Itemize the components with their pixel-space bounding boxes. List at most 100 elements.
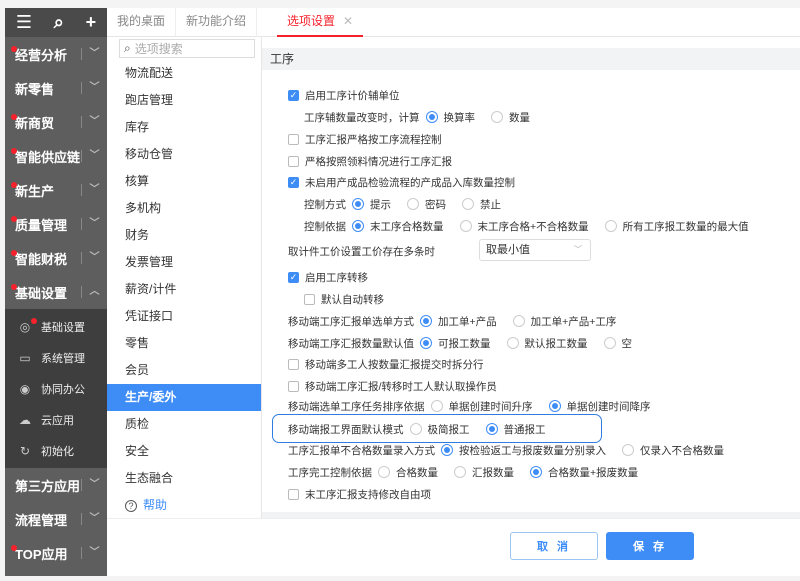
radio-button[interactable] (462, 198, 474, 210)
plus-icon[interactable]: + (86, 12, 97, 33)
radio-button[interactable] (603, 337, 616, 349)
options-nav-item[interactable]: 凭证接口 (107, 303, 261, 330)
chevron-down-icon[interactable]: ﹀ (81, 513, 107, 525)
radio-button[interactable] (491, 111, 503, 123)
value-select[interactable]: 取最小值 ﹀ (479, 239, 591, 261)
radio-button[interactable] (409, 423, 422, 435)
radio-button[interactable] (430, 400, 443, 412)
radio-option[interactable]: 空 (598, 336, 632, 351)
radio-button[interactable] (512, 315, 525, 327)
radio-option[interactable]: 按检验返工与报废数量分别录入 (435, 443, 606, 458)
radio-option[interactable]: 禁止 (456, 197, 501, 212)
radio-button[interactable] (425, 111, 438, 123)
radio-option[interactable]: 提示 (346, 197, 391, 212)
radio-option[interactable]: 极简报工 (404, 422, 470, 437)
radio-option[interactable]: 汇报数量 (448, 465, 514, 480)
radio-button[interactable] (548, 400, 561, 412)
sidebar-item[interactable]: 流程管理 ﹀ (5, 502, 107, 536)
chevron-down-icon[interactable]: ﹀ (81, 150, 107, 162)
radio-button[interactable] (352, 220, 364, 232)
checkbox[interactable]: ✓ (288, 89, 299, 101)
radio-option[interactable]: 加工单+产品+工序 (507, 314, 616, 329)
tab[interactable]: 选项设置 ✕ (277, 8, 364, 37)
options-nav-item[interactable]: 发票管理 (107, 249, 261, 276)
options-nav-item[interactable]: 安全 (107, 438, 261, 465)
chevron-down-icon[interactable]: ﹀ (81, 252, 107, 264)
checkbox[interactable] (304, 293, 315, 305)
close-icon[interactable]: ✕ (343, 14, 353, 28)
options-nav-item[interactable]: 财务 (107, 222, 261, 249)
radio-button[interactable] (441, 444, 453, 456)
options-nav-item[interactable]: 薪资/计件 (107, 276, 261, 303)
radio-option[interactable]: 加工单+产品 (414, 314, 497, 329)
sidebar-item[interactable]: 新商贸 ﹀ (5, 105, 107, 139)
checkbox[interactable] (288, 155, 299, 167)
options-nav-item[interactable]: 生产/委外 (107, 384, 261, 411)
radio-button[interactable] (506, 337, 519, 349)
radio-option[interactable]: 末工序合格+不合格数量 (454, 219, 589, 234)
options-nav-item[interactable]: 质检 (107, 411, 261, 438)
radio-button[interactable] (420, 315, 432, 327)
radio-option[interactable]: 仅录入不合格数量 (616, 443, 724, 458)
search-icon[interactable]: ⌕ (54, 12, 64, 33)
radio-option[interactable]: 默认报工数量 (501, 336, 588, 351)
radio-option[interactable]: 数量 (485, 110, 530, 125)
radio-button[interactable] (530, 466, 542, 478)
submenu-item[interactable]: ☁ 云应用 (5, 404, 107, 435)
chevron-down-icon[interactable]: ﹀ (81, 184, 107, 196)
sidebar-item[interactable]: 智能供应链 ﹀ (5, 139, 107, 173)
radio-option[interactable]: 所有工序报工数量的最大值 (599, 219, 749, 234)
menu-icon[interactable]: ☰ (16, 12, 32, 33)
cancel-button[interactable]: 取 消 (510, 532, 598, 560)
sidebar-item[interactable]: 智能财税 ﹀ (5, 241, 107, 275)
chevron-down-icon[interactable]: ﹀ (81, 547, 107, 559)
options-nav-item[interactable]: 多机构 (107, 195, 261, 222)
radio-button[interactable] (352, 198, 364, 210)
options-nav-item[interactable]: 物流配送 (107, 60, 261, 87)
submenu-item[interactable]: ◎ 基础设置 (5, 311, 107, 342)
tab[interactable]: 新功能介绍 (176, 7, 258, 37)
chevron-down-icon[interactable]: ﹀ (81, 48, 107, 60)
submenu-item[interactable]: ▭ 系统管理 (5, 342, 107, 373)
sidebar-item[interactable]: 质量管理 ﹀ (5, 207, 107, 241)
radio-button[interactable] (378, 466, 390, 478)
radio-option[interactable]: 合格数量+报废数量 (524, 465, 638, 480)
radio-option[interactable]: 可报工数量 (414, 336, 491, 351)
options-nav-item[interactable]: 生态融合 (107, 465, 261, 492)
radio-option[interactable]: 普通报工 (480, 422, 546, 437)
radio-button[interactable] (420, 337, 432, 349)
radio-option[interactable]: 密码 (401, 197, 446, 212)
chevron-down-icon[interactable]: ﹀ (81, 218, 107, 230)
save-button[interactable]: 保 存 (606, 532, 694, 560)
checkbox[interactable] (288, 380, 299, 392)
sidebar-item[interactable]: 新生产 ﹀ (5, 173, 107, 207)
checkbox[interactable]: ✓ (288, 176, 299, 188)
radio-button[interactable] (622, 444, 634, 456)
tab[interactable]: 我的桌面 (107, 7, 177, 37)
radio-button[interactable] (459, 220, 472, 232)
radio-button[interactable] (454, 466, 466, 478)
radio-button[interactable] (604, 220, 617, 232)
radio-option[interactable]: 换算率 (420, 110, 475, 125)
checkbox[interactable] (288, 358, 299, 370)
sidebar-item[interactable]: TOP应用 ﹀ (5, 536, 107, 570)
checkbox[interactable]: ✓ (288, 271, 299, 283)
sidebar-item[interactable]: 基础设置 ︿ (5, 275, 107, 309)
options-nav-item[interactable]: 核算 (107, 168, 261, 195)
chevron-down-icon[interactable]: ﹀ (81, 82, 107, 94)
options-nav-item[interactable]: 移动仓管 (107, 141, 261, 168)
radio-option[interactable]: 单据创建时间降序 (543, 399, 651, 414)
submenu-item[interactable]: ↻ 初始化 (5, 435, 107, 466)
options-nav-item[interactable]: 零售 (107, 330, 261, 357)
checkbox[interactable] (288, 488, 299, 500)
radio-button[interactable] (485, 423, 498, 435)
sidebar-item[interactable]: 经营分析 ﹀ (5, 37, 107, 71)
checkbox[interactable] (288, 133, 299, 145)
chevron-down-icon[interactable]: ﹀ (81, 116, 107, 128)
sidebar-item[interactable]: 新零售 ﹀ (5, 71, 107, 105)
options-search-input[interactable]: ⌕ 选项搜索 (119, 39, 255, 58)
radio-option[interactable]: 末工序合格数量 (346, 219, 444, 234)
help-link[interactable]: ? 帮助 (107, 492, 261, 519)
options-nav-item[interactable]: 跑店管理 (107, 87, 261, 114)
options-nav-item[interactable]: 会员 (107, 357, 261, 384)
